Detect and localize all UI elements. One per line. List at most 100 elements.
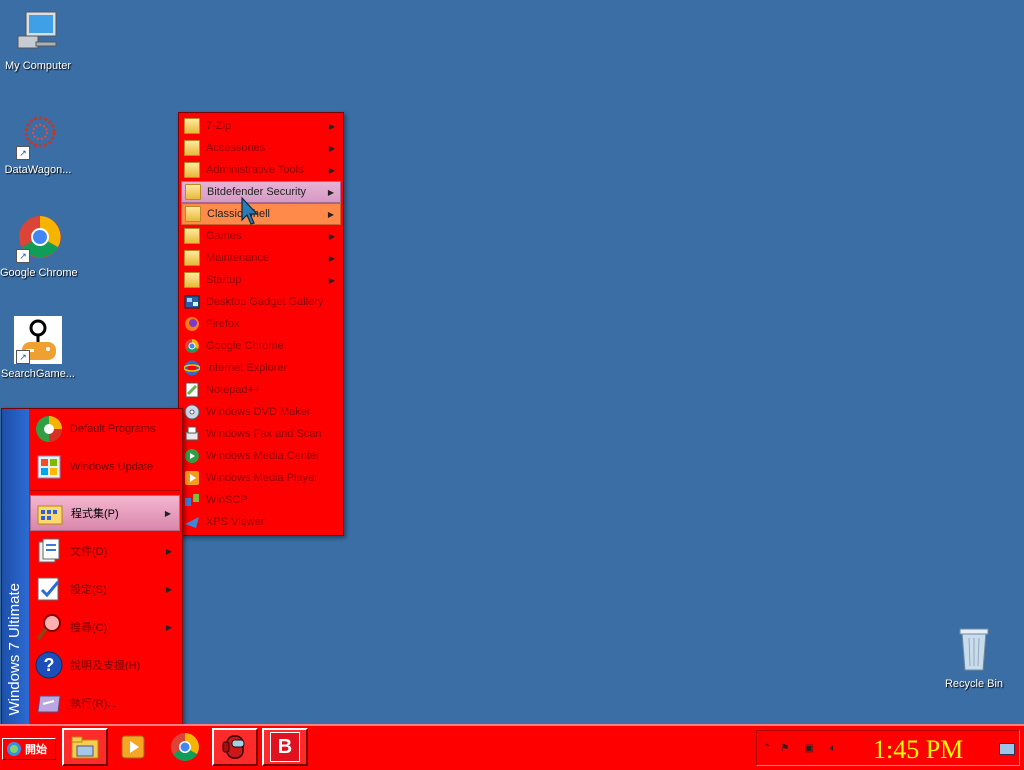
- menu-item-notepad-plus-plus[interactable]: Notepad++: [181, 379, 341, 401]
- menu-item-label: Firefox: [206, 318, 240, 330]
- desktop-icon-label: Recycle Bin: [944, 678, 1004, 690]
- folder-icon: [184, 118, 200, 134]
- submenu-arrow-icon: ▶: [328, 275, 335, 285]
- system-tray: ⌃ ⚑ ▣ 🔈︎ 1:45 PM: [756, 730, 1020, 766]
- mouse-cursor-icon: [241, 196, 259, 225]
- folder-icon: [184, 250, 200, 266]
- chrome-icon: [185, 339, 199, 353]
- menu-item-bitdefender-security[interactable]: Bitdefender Security ▶: [181, 181, 341, 203]
- documents-icon: [34, 536, 64, 566]
- menu-item-maintenance[interactable]: Maintenance ▶: [181, 247, 341, 269]
- among-us-icon: [222, 735, 245, 759]
- bitdefender-icon: B: [270, 732, 300, 762]
- menu-item-label: Windows Media Center: [206, 450, 320, 462]
- menu-item-7zip[interactable]: 7-Zip ▶: [181, 115, 341, 137]
- menu-item-desktop-gadget-gallery[interactable]: Desktop Gadget Gallery: [181, 291, 341, 313]
- desktop-icon-label: DataWagon...: [4, 164, 72, 176]
- show-desktop-icon[interactable]: [999, 743, 1015, 755]
- menu-item-classic-shell[interactable]: Classic Shell ▶: [181, 203, 341, 225]
- chrome-icon: [171, 733, 199, 761]
- settings-icon: [34, 574, 64, 604]
- menu-item-google-chrome[interactable]: Google Chrome: [181, 335, 341, 357]
- start-item-windows-update[interactable]: Windows Update: [30, 449, 180, 485]
- menu-item-startup[interactable]: Startup ▶: [181, 269, 341, 291]
- windows-update-icon: [34, 452, 64, 482]
- menu-item-label: Google Chrome: [206, 340, 284, 352]
- menu-item-label: Windows Fax and Scan: [206, 428, 322, 440]
- start-button-label: 開始: [25, 744, 47, 756]
- desktop-icon-my-computer[interactable]: My Computer: [0, 8, 76, 72]
- network-icon[interactable]: ▣: [803, 743, 815, 755]
- menu-item-windows-media-center[interactable]: Windows Media Center: [181, 445, 341, 467]
- taskbar: 開始 B ⌃ ⚑ ▣ 🔈︎ 1:45 PM: [0, 724, 1024, 770]
- banner-text: Windows 7 Ultimate: [6, 583, 23, 716]
- desktop-icon-label: My Computer: [4, 60, 72, 72]
- search-icon: [34, 612, 64, 642]
- menu-item-label: 7-Zip: [206, 120, 232, 132]
- menu-item-xps-viewer[interactable]: XPS Viewer: [181, 511, 341, 533]
- start-menu-banner: Windows 7 Ultimate: [2, 409, 29, 724]
- start-item-search[interactable]: 搜尋(C) ▶: [30, 609, 180, 645]
- start-item-documents[interactable]: 文件(D) ▶: [30, 533, 180, 569]
- submenu-arrow-icon: ▶: [328, 121, 335, 131]
- submenu-arrow-icon: ▶: [165, 622, 172, 632]
- taskbar-button-google-chrome[interactable]: [162, 728, 208, 766]
- notepad-plus-plus-icon: [185, 382, 199, 398]
- menu-item-winscp[interactable]: WinSCP: [181, 489, 341, 511]
- menu-item-windows-fax-and-scan[interactable]: Windows Fax and Scan: [181, 423, 341, 445]
- media-player-icon: [185, 471, 199, 485]
- start-item-settings[interactable]: 設定(S) ▶: [30, 571, 180, 607]
- menu-item-label: Classic Shell: [207, 208, 270, 220]
- start-item-default-programs[interactable]: Default Programs: [30, 411, 180, 447]
- menu-item-label: Administrative Tools: [206, 164, 304, 176]
- desktop-icon-datawagon[interactable]: ↗ DataWagon...: [0, 112, 76, 176]
- menu-item-administrative-tools[interactable]: Administrative Tools ▶: [181, 159, 341, 181]
- shortcut-arrow-icon: ↗: [16, 249, 30, 263]
- menu-item-internet-explorer[interactable]: Internet Explorer: [181, 357, 341, 379]
- default-programs-icon: [34, 414, 64, 444]
- start-item-label: 搜尋(C): [70, 622, 108, 634]
- start-button[interactable]: 開始: [2, 738, 56, 760]
- start-item-help[interactable]: ? 說明及支援(H): [30, 647, 180, 683]
- start-item-programs[interactable]: 程式集(P) ▶: [30, 495, 180, 531]
- desktop-icon-label: SearchGame...: [1, 368, 75, 380]
- menu-item-windows-dvd-maker[interactable]: Windows DVD Maker: [181, 401, 341, 423]
- submenu-arrow-icon: ▶: [328, 231, 335, 241]
- submenu-arrow-icon: ▶: [327, 187, 334, 197]
- start-menu: Windows 7 Ultimate Default Programs Wind…: [1, 408, 183, 725]
- menu-item-label: Windows Media Player: [206, 472, 318, 484]
- start-item-label: Windows Update: [70, 461, 154, 473]
- menu-item-firefox[interactable]: Firefox: [181, 313, 341, 335]
- submenu-arrow-icon: ▶: [328, 253, 335, 263]
- show-hidden-icons-icon[interactable]: ⌃: [761, 743, 773, 755]
- start-item-run[interactable]: 執行(R)...: [30, 685, 180, 721]
- start-menu-separator: [30, 490, 180, 491]
- menu-item-windows-media-player[interactable]: Windows Media Player: [181, 467, 341, 489]
- menu-item-label: Maintenance: [206, 252, 269, 264]
- chrome-icon: ↗: [14, 215, 62, 263]
- shortcut-arrow-icon: ↗: [16, 350, 30, 364]
- taskbar-button-media-player[interactable]: [110, 728, 156, 766]
- programs-submenu: 7-Zip ▶ Accessories ▶ Administrative Too…: [178, 112, 344, 536]
- desktop-icon-label: Google Chrome: [0, 267, 78, 279]
- file-explorer-icon: [71, 736, 99, 759]
- taskbar-button-among-us[interactable]: [212, 728, 258, 766]
- folder-icon: [185, 206, 201, 222]
- taskbar-button-file-explorer[interactable]: [62, 728, 108, 766]
- start-item-label: 文件(D): [70, 546, 108, 558]
- menu-item-games[interactable]: Games ▶: [181, 225, 341, 247]
- searchgame-icon: ↗: [14, 316, 62, 364]
- action-center-flag-icon[interactable]: ⚑: [779, 743, 791, 755]
- taskbar-button-bitdefender[interactable]: B: [262, 728, 308, 766]
- menu-item-label: Desktop Gadget Gallery: [206, 296, 324, 308]
- folder-icon: [184, 272, 200, 288]
- desktop-icon-recycle-bin[interactable]: Recycle Bin: [936, 626, 1012, 690]
- desktop-icon-google-chrome[interactable]: ↗ Google Chrome: [0, 215, 78, 279]
- volume-icon[interactable]: 🔈︎: [827, 743, 839, 755]
- taskbar-clock[interactable]: 1:45 PM: [873, 735, 963, 765]
- internet-explorer-icon: [184, 360, 200, 376]
- winscp-icon: [185, 494, 199, 506]
- menu-item-accessories[interactable]: Accessories ▶: [181, 137, 341, 159]
- menu-item-label: Notepad++: [206, 384, 261, 396]
- desktop-icon-searchgame[interactable]: ↗ SearchGame...: [0, 316, 76, 380]
